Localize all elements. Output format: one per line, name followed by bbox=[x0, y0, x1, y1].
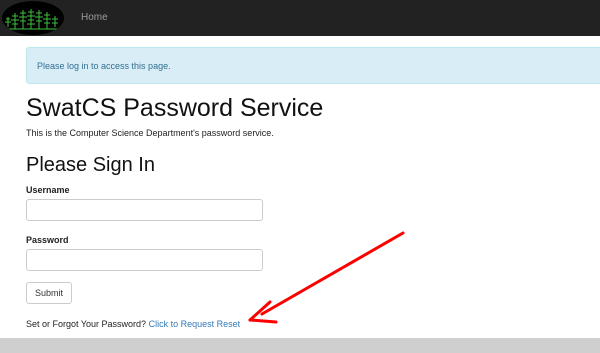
submit-button[interactable]: Submit bbox=[26, 282, 72, 304]
reset-prompt-line: Set or Forgot Your Password? Click to Re… bbox=[26, 319, 240, 330]
reset-prompt-text: Set or Forgot Your Password? bbox=[26, 319, 147, 329]
login-required-alert: Please log in to access this page. bbox=[26, 47, 600, 84]
signin-heading: Please Sign In bbox=[26, 154, 155, 176]
username-label: Username bbox=[26, 185, 70, 195]
password-label: Password bbox=[26, 235, 69, 245]
nav-home-link[interactable]: Home bbox=[81, 12, 108, 24]
bottom-scroll-bar bbox=[0, 338, 600, 353]
request-reset-link[interactable]: Click to Request Reset bbox=[149, 319, 241, 329]
password-input[interactable] bbox=[26, 249, 263, 271]
page-title: SwatCS Password Service bbox=[26, 94, 324, 122]
username-input[interactable] bbox=[26, 199, 263, 221]
alert-message: Please log in to access this page. bbox=[37, 61, 171, 71]
page-description: This is the Computer Science Department'… bbox=[26, 128, 274, 138]
forest-logo-icon[interactable] bbox=[2, 1, 64, 35]
top-navbar: Home bbox=[0, 0, 600, 36]
